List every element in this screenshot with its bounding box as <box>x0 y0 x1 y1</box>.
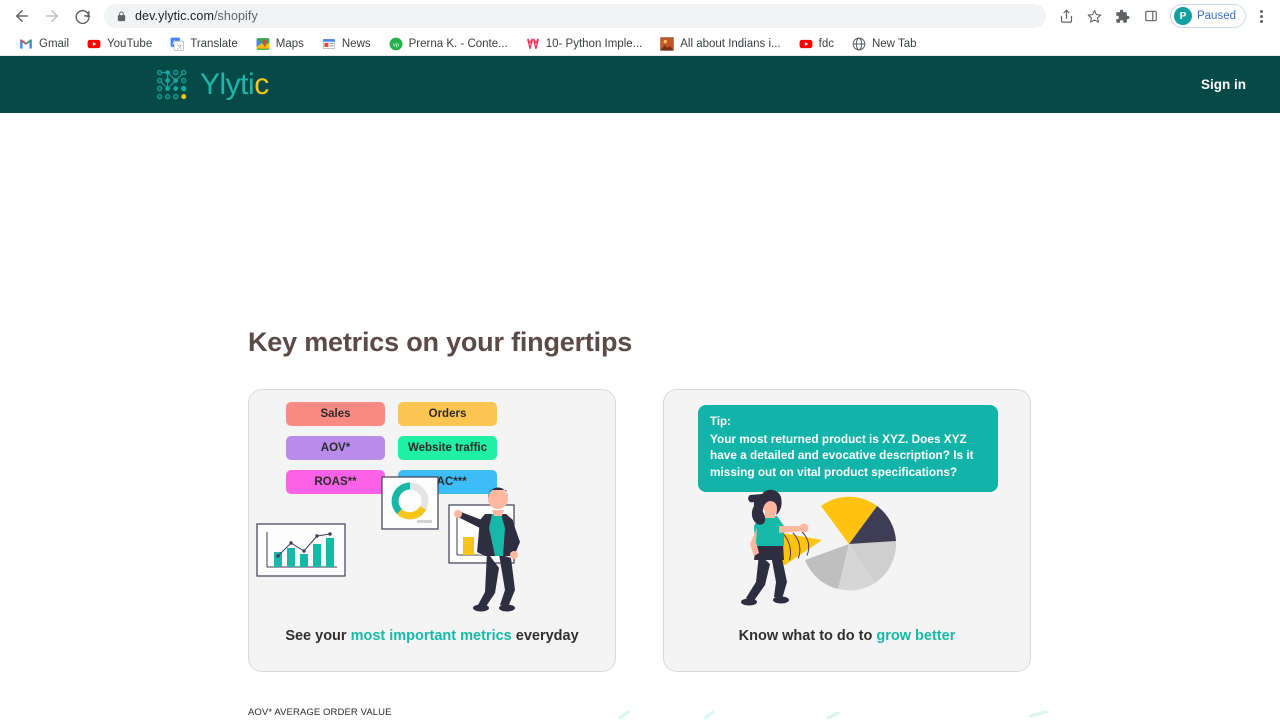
three-dot-menu-icon[interactable] <box>1250 9 1272 23</box>
pill-label: Orders <box>428 408 467 420</box>
pill-label: AOV* <box>320 442 351 454</box>
ylytic-dot-matrix-logo <box>156 69 187 99</box>
globe-icon <box>852 37 866 50</box>
site-logo[interactable]: Ylytic <box>155 68 269 102</box>
lock-icon <box>117 10 126 21</box>
site-header: Ylytic Sign in <box>0 56 1280 113</box>
url-path: /shopify <box>213 9 258 23</box>
bookmark-label: News <box>341 37 371 50</box>
bookmark-label: Maps <box>275 37 304 50</box>
vp-icon: vp <box>389 37 403 50</box>
pill-label: Website traffic <box>407 442 488 454</box>
analytics-charts-illustration <box>256 476 520 612</box>
tip-box: Tip: Your most returned product is XYZ. … <box>698 405 998 492</box>
photo-icon <box>660 36 674 51</box>
bookmark-label: Prerna K. - Conte... <box>408 37 508 50</box>
profile-status-label: Paused <box>1196 10 1236 22</box>
bookmark-label: fdc <box>818 37 834 50</box>
share-icon[interactable] <box>1054 3 1080 29</box>
bookmark-indians[interactable]: All about Indians i... <box>651 33 789 55</box>
caption-before: Know what to do to <box>738 628 877 644</box>
tip-label: Tip: <box>710 416 731 428</box>
bookmark-new-tab[interactable]: New Tab <box>843 33 926 55</box>
url-domain: dev.ylytic.com <box>135 9 214 23</box>
browser-toolbar: dev.ylytic.com/shopify P Paused <box>0 0 1280 32</box>
pill-label: Sales <box>320 408 351 420</box>
back-button[interactable] <box>8 2 36 30</box>
caption-after: everyday <box>511 628 579 644</box>
bookmark-label: All about Indians i... <box>680 37 781 50</box>
page-content: Key metrics on your fingertips Sales Ord… <box>0 113 1280 720</box>
google-news-icon <box>322 38 335 49</box>
caption-highlight: grow better <box>876 628 956 644</box>
bookmark-label: 10- Python Imple... <box>545 37 643 50</box>
reload-button[interactable] <box>68 2 96 30</box>
bottom-decoration <box>618 710 1048 720</box>
address-bar[interactable]: dev.ylytic.com/shopify <box>104 4 1046 28</box>
bookmark-prerna[interactable]: vp Prerna K. - Conte... <box>380 33 517 55</box>
avatar: P <box>1173 7 1192 25</box>
forward-button[interactable] <box>38 2 66 30</box>
medium-icon <box>526 38 539 49</box>
bookmark-gmail[interactable]: Gmail <box>10 33 78 55</box>
bookmark-label: Gmail <box>39 37 70 50</box>
bookmark-youtube[interactable]: YouTube <box>78 33 161 55</box>
bookmark-translate[interactable]: A文 Translate <box>161 33 247 55</box>
bookmark-maps[interactable]: Maps <box>247 33 313 55</box>
puzzle-piece-icon[interactable] <box>1110 3 1136 29</box>
pill-sales: Sales <box>286 402 385 426</box>
svg-text:A: A <box>173 40 177 46</box>
logo-text-primary: Ylyti <box>200 67 255 101</box>
youtube-icon <box>87 39 101 48</box>
bookmarks-bar: Gmail YouTube A文 Translate Maps News vp … <box>0 32 1280 56</box>
bookmark-python[interactable]: 10- Python Imple... <box>517 33 652 55</box>
pill-website-traffic: Website traffic <box>398 436 497 460</box>
page-title: Key metrics on your fingertips <box>248 327 633 357</box>
google-maps-icon <box>256 37 270 50</box>
logo-wordmark: Ylytic <box>200 67 269 101</box>
sign-in-link[interactable]: Sign in <box>1191 71 1256 98</box>
tip-caption: Know what to do to grow better <box>664 628 1030 644</box>
caption-highlight: most important metrics <box>350 628 512 644</box>
logo-text-accent: c <box>254 67 269 101</box>
cards-row: Sales Orders AOV* Website traffic ROAS**… <box>248 389 1031 672</box>
pill-orders: Orders <box>398 402 497 426</box>
svg-text:vp: vp <box>393 42 399 48</box>
bookmark-label: Translate <box>190 37 238 50</box>
bookmark-fdc[interactable]: fdc <box>790 33 843 55</box>
star-icon[interactable] <box>1082 3 1108 29</box>
caption-before: See your <box>285 628 351 644</box>
bookmark-label: YouTube <box>107 37 153 50</box>
google-translate-icon: A文 <box>170 37 184 51</box>
pie-chart-woman-illustration <box>741 489 897 606</box>
gmail-icon <box>20 38 32 49</box>
metrics-caption: See your most important metrics everyday <box>249 628 615 644</box>
youtube-icon <box>799 39 813 48</box>
pill-aov: AOV* <box>286 436 385 460</box>
tip-card: Tip: Your most returned product is XYZ. … <box>663 389 1031 672</box>
tip-text: Your most returned product is XYZ. Does … <box>710 431 974 480</box>
url-text: dev.ylytic.com/shopify <box>135 9 258 23</box>
side-panel-icon[interactable] <box>1138 3 1164 29</box>
bookmark-news[interactable]: News <box>313 33 380 55</box>
profile-chip[interactable]: P Paused <box>1169 4 1246 28</box>
metrics-card: Sales Orders AOV* Website traffic ROAS**… <box>248 389 616 672</box>
bookmark-label: New Tab <box>871 37 917 50</box>
